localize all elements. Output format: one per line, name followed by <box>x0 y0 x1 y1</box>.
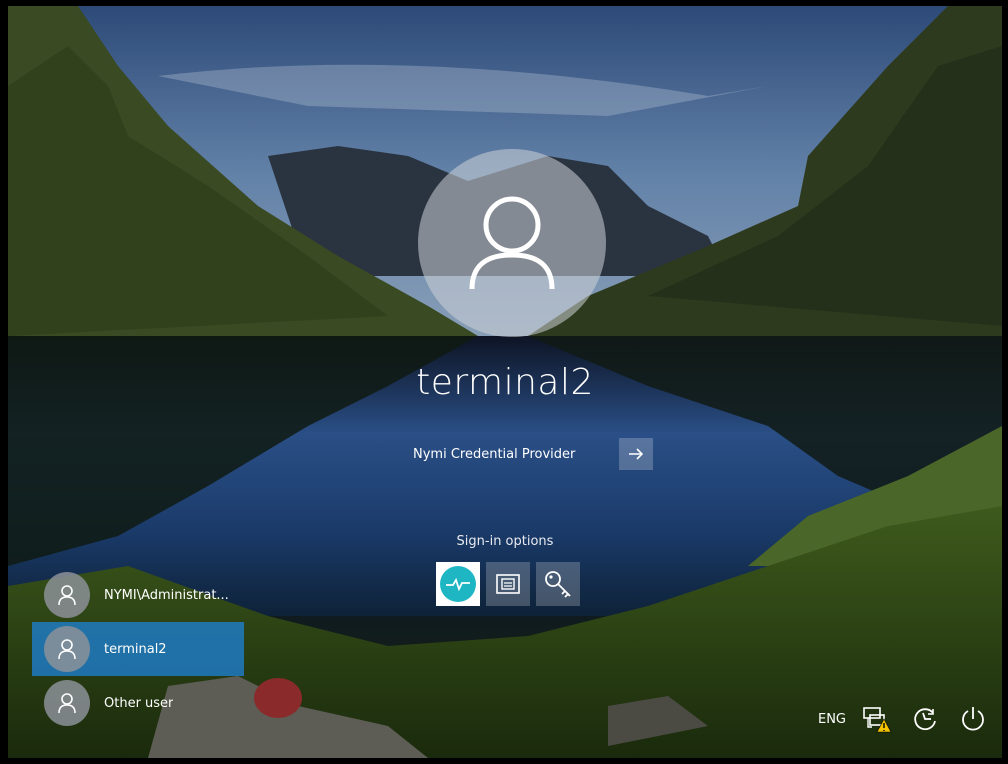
sign-in-options-label: Sign-in options <box>456 534 554 549</box>
ease-of-access-icon <box>914 708 936 731</box>
nymi-heartbeat-icon <box>440 566 476 602</box>
sign-in-options <box>436 562 580 606</box>
language-indicator[interactable]: ENG <box>818 712 846 727</box>
user-tile-name: NYMI\Administrat... <box>104 587 229 603</box>
submit-button[interactable] <box>619 438 654 470</box>
user-list: NYMI\Administrat... terminal2 Other user <box>32 568 244 730</box>
user-avatar-icon <box>44 626 90 672</box>
lock-screen: terminal2 Nymi Credential Provider Sign-… <box>8 6 1002 758</box>
arrow-right-icon <box>629 448 644 460</box>
smart-card-icon <box>496 574 520 594</box>
smart-card-sign-in-option[interactable] <box>486 562 530 606</box>
user-avatar-icon <box>44 572 90 618</box>
password-sign-in-option[interactable] <box>536 562 580 606</box>
user-tile[interactable]: NYMI\Administrat... <box>32 568 244 622</box>
user-tile[interactable]: Other user <box>32 676 244 730</box>
user-tile-name: terminal2 <box>104 641 167 657</box>
credential-provider-row: Nymi Credential Provider <box>413 438 654 470</box>
user-tile-selected[interactable]: terminal2 <box>32 622 244 676</box>
network-button[interactable] <box>860 704 894 734</box>
provider-label: Nymi Credential Provider <box>413 446 576 462</box>
user-silhouette-icon <box>469 196 555 290</box>
system-tray: ENG <box>818 704 990 734</box>
user-avatar-large <box>418 149 606 337</box>
user-avatar-icon <box>44 680 90 726</box>
nymi-sign-in-option[interactable] <box>436 562 480 606</box>
power-button[interactable] <box>956 704 990 734</box>
ease-of-access-button[interactable] <box>908 704 942 734</box>
network-warning-icon <box>863 707 892 733</box>
power-icon <box>962 707 984 731</box>
username-title: terminal2 <box>416 362 594 403</box>
key-icon <box>545 571 571 598</box>
user-tile-name: Other user <box>104 695 174 711</box>
